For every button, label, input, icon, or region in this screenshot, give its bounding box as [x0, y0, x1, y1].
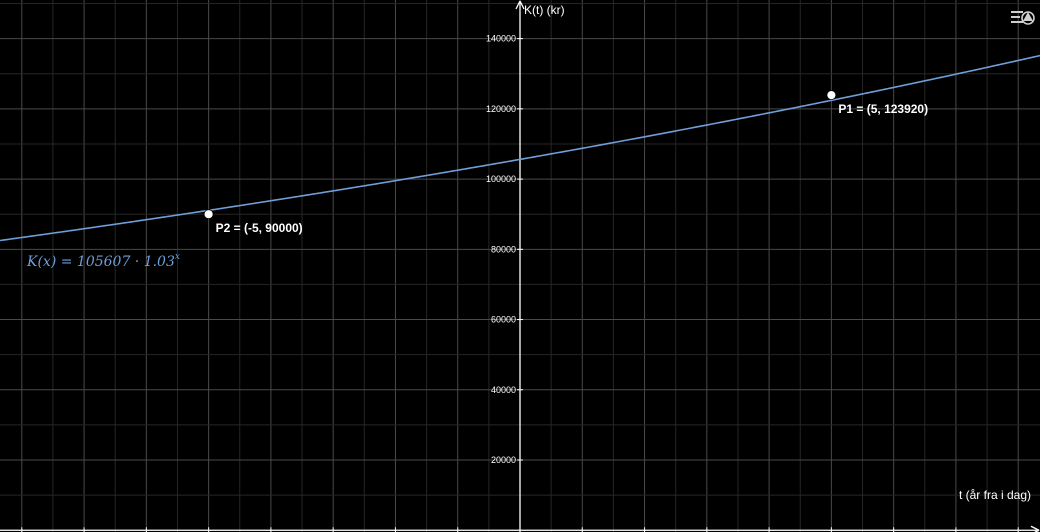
graphics-style-button[interactable]	[1008, 4, 1038, 30]
point-label-p1: P1 = (5, 123920)	[838, 102, 928, 116]
point-label-p2: P2 = (-5, 90000)	[216, 221, 303, 235]
function-label-exponent: x	[175, 252, 180, 262]
y-tick-label: 100000	[486, 174, 516, 184]
point-p2	[203, 209, 214, 220]
y-tick-label: 20000	[491, 455, 516, 465]
y-tick-label: 80000	[491, 244, 516, 254]
x-axis-arrow	[1030, 525, 1040, 532]
y-axis-label: K(t) (kr)	[524, 3, 565, 17]
points: P1 = (5, 123920) P2 = (-5, 90000)	[203, 90, 928, 235]
function-label: K(x) = 105607 · 1.03x	[26, 252, 180, 270]
y-tick-label: 140000	[486, 34, 516, 44]
chart-plot: −8−7−6−5−4−3−2−1012345678200004000060000…	[0, 0, 1040, 532]
function-label-text: K(x) = 105607 · 1.03	[26, 254, 175, 270]
graphics-style-icon	[1011, 11, 1035, 25]
y-tick-label: 120000	[486, 104, 516, 114]
y-tick-label: 60000	[491, 315, 516, 325]
x-axis-label: t (år fra i dag)	[959, 488, 1031, 502]
y-tick-label: 40000	[491, 385, 516, 395]
point-p1	[826, 90, 837, 100]
